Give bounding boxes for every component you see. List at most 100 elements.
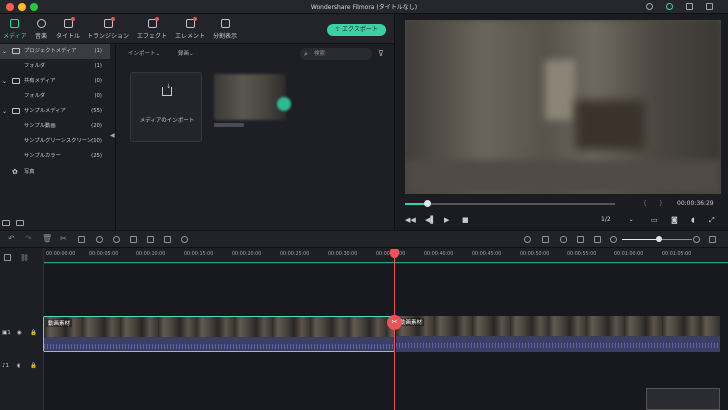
snapshot-icon[interactable] bbox=[594, 236, 601, 243]
tab-media[interactable]: メディア bbox=[3, 17, 27, 43]
color-icon[interactable] bbox=[113, 236, 120, 243]
ruler-label: 00:01:00:00 bbox=[614, 252, 644, 257]
sidebar-item-project-folder[interactable]: フォルダ (1) bbox=[0, 59, 110, 74]
layout-icon[interactable] bbox=[709, 236, 716, 243]
filter-icon[interactable]: ⊽ bbox=[378, 49, 384, 58]
display-icon[interactable]: ▭ bbox=[651, 216, 658, 224]
fullscreen-icon[interactable]: ⤢ bbox=[709, 216, 715, 225]
new-folder-icon[interactable] bbox=[2, 220, 10, 226]
playhead-handle[interactable] bbox=[390, 249, 399, 258]
undo-icon[interactable]: ↶ bbox=[8, 234, 15, 243]
eye-icon[interactable]: ◉ bbox=[17, 330, 22, 336]
collapse-panel-icon[interactable]: ◀ bbox=[110, 132, 115, 139]
clip-filmstrip bbox=[396, 316, 720, 336]
transition-icon bbox=[103, 17, 115, 28]
zoom-slider-handle[interactable] bbox=[656, 236, 662, 242]
ruler-label: 00:00:55:00 bbox=[567, 252, 597, 257]
lock-icon[interactable]: 🔒 bbox=[30, 363, 37, 369]
clip-audio-waveform bbox=[396, 337, 720, 352]
search-input[interactable]: ⌕ 検索 bbox=[300, 48, 372, 60]
speed-icon[interactable] bbox=[96, 236, 103, 243]
account-icon[interactable] bbox=[646, 3, 653, 10]
microphone-icon[interactable] bbox=[560, 236, 567, 243]
add-track-icon[interactable] bbox=[4, 254, 11, 261]
import-dropdown[interactable]: インポート⌄ bbox=[128, 49, 160, 59]
delete-icon[interactable]: 🗑 bbox=[42, 234, 52, 243]
clip-audio-waveform bbox=[44, 338, 394, 351]
element-icon bbox=[185, 17, 197, 28]
playhead-line[interactable] bbox=[394, 252, 395, 410]
grid-view-icon[interactable] bbox=[389, 49, 390, 50]
voiceover-icon[interactable] bbox=[577, 236, 584, 243]
mark-in-icon[interactable]: { bbox=[643, 200, 647, 207]
clip-label: 動画素材 bbox=[46, 319, 73, 327]
support-icon[interactable] bbox=[666, 3, 673, 10]
folder-import-icon[interactable] bbox=[16, 220, 24, 226]
lock-icon[interactable]: 🔒 bbox=[30, 330, 37, 336]
stop-button[interactable]: ■ bbox=[462, 216, 469, 224]
record-dropdown[interactable]: 録画⌄ bbox=[178, 49, 194, 59]
sidebar-item-project-media[interactable]: ⌄ プロジェクトメディア (1) bbox=[0, 44, 110, 59]
sidebar-item-sample-color[interactable]: サンプルカラー (25) bbox=[0, 149, 110, 164]
chevron-down-icon[interactable]: ⌄ bbox=[2, 74, 7, 89]
preview-quality-label: 1/2 bbox=[601, 216, 611, 223]
speaker-icon[interactable]: ◖ bbox=[17, 363, 20, 369]
crop-icon[interactable] bbox=[78, 236, 85, 243]
zoom-out-icon[interactable] bbox=[610, 236, 617, 243]
link-icon[interactable]: ⛓ bbox=[20, 254, 29, 262]
sidebar-item-photos[interactable]: ✿ 写真 bbox=[0, 165, 110, 180]
keyframe-icon[interactable] bbox=[164, 236, 171, 243]
sidebar-item-count: (0) bbox=[94, 78, 102, 84]
tab-music[interactable]: 音楽 bbox=[35, 17, 47, 43]
chevron-down-icon[interactable]: ⌄ bbox=[2, 44, 7, 59]
ruler-label: 00:01:05:00 bbox=[662, 252, 692, 257]
chevron-down-icon[interactable]: ⌄ bbox=[2, 104, 7, 119]
tab-transitions[interactable]: トランジション bbox=[87, 17, 129, 43]
sidebar-item-sample-video[interactable]: サンプル動画 (20) bbox=[0, 119, 110, 134]
added-check-icon bbox=[277, 97, 291, 111]
preview-progress-handle[interactable] bbox=[424, 200, 431, 207]
step-back-button[interactable]: ◀▌ bbox=[425, 216, 436, 224]
zoom-in-icon[interactable] bbox=[693, 236, 700, 243]
effects-icon bbox=[147, 17, 159, 28]
import-media-card[interactable]: ↓ メディアのインポート bbox=[130, 72, 202, 142]
play-button[interactable]: ▶ bbox=[444, 216, 449, 224]
camera-icon[interactable]: ◙ bbox=[671, 216, 678, 224]
tab-label: 音楽 bbox=[35, 33, 48, 40]
sidebar-item-sample-media[interactable]: ⌄ サンプルメディア (55) bbox=[0, 104, 110, 119]
cut-icon[interactable]: ✂ bbox=[60, 234, 67, 243]
sidebar-item-shared-media[interactable]: ⌄ 共有メディア (0) bbox=[0, 74, 110, 89]
adjust-icon[interactable] bbox=[130, 236, 137, 243]
volume-icon[interactable]: ◖ bbox=[691, 216, 695, 224]
preview-progress-track[interactable] bbox=[405, 203, 615, 205]
mail-icon[interactable] bbox=[686, 3, 693, 10]
ruler-label: 00:00:20:00 bbox=[232, 252, 262, 257]
shield-icon[interactable] bbox=[542, 236, 549, 243]
render-bar bbox=[44, 262, 728, 263]
redo-icon[interactable]: ↷ bbox=[25, 234, 32, 243]
tab-titles[interactable]: タイトル bbox=[56, 17, 80, 43]
download-icon[interactable] bbox=[706, 3, 713, 10]
video-clip[interactable]: 動画素材 bbox=[396, 316, 720, 352]
preview-quality-select[interactable]: 1/2 ⌄ bbox=[601, 216, 634, 223]
split-scissors-icon[interactable]: ✂ bbox=[387, 315, 402, 330]
video-preview[interactable] bbox=[405, 20, 721, 194]
ruler-label: 00:00:25:00 bbox=[280, 252, 310, 257]
previous-frame-button[interactable]: ◀◀ bbox=[405, 216, 416, 224]
tab-effects[interactable]: エフェクト bbox=[137, 17, 167, 43]
preview-timecode: 00:00:36:29 bbox=[677, 200, 714, 207]
tab-split-screen[interactable]: 分割表示 bbox=[213, 17, 237, 43]
mini-preview-window[interactable] bbox=[646, 388, 720, 410]
media-thumbnail[interactable] bbox=[214, 74, 286, 120]
mark-out-icon[interactable]: } bbox=[659, 200, 663, 207]
audio-mixer-icon[interactable] bbox=[181, 236, 188, 243]
stabilize-icon[interactable] bbox=[147, 236, 154, 243]
export-icon: ⇪ bbox=[335, 26, 343, 33]
export-button[interactable]: ⇪ エクスポート bbox=[327, 24, 386, 36]
sidebar-item-shared-folder[interactable]: フォルダ (0) bbox=[0, 89, 110, 104]
render-icon[interactable] bbox=[524, 236, 531, 243]
tab-elements[interactable]: エレメント bbox=[175, 17, 205, 43]
video-clip[interactable]: 動画素材 bbox=[43, 316, 395, 352]
sidebar-item-count: (55) bbox=[91, 108, 102, 114]
sidebar-item-sample-greenscreen[interactable]: サンプルグリーンスクリーン (10) bbox=[0, 134, 110, 149]
